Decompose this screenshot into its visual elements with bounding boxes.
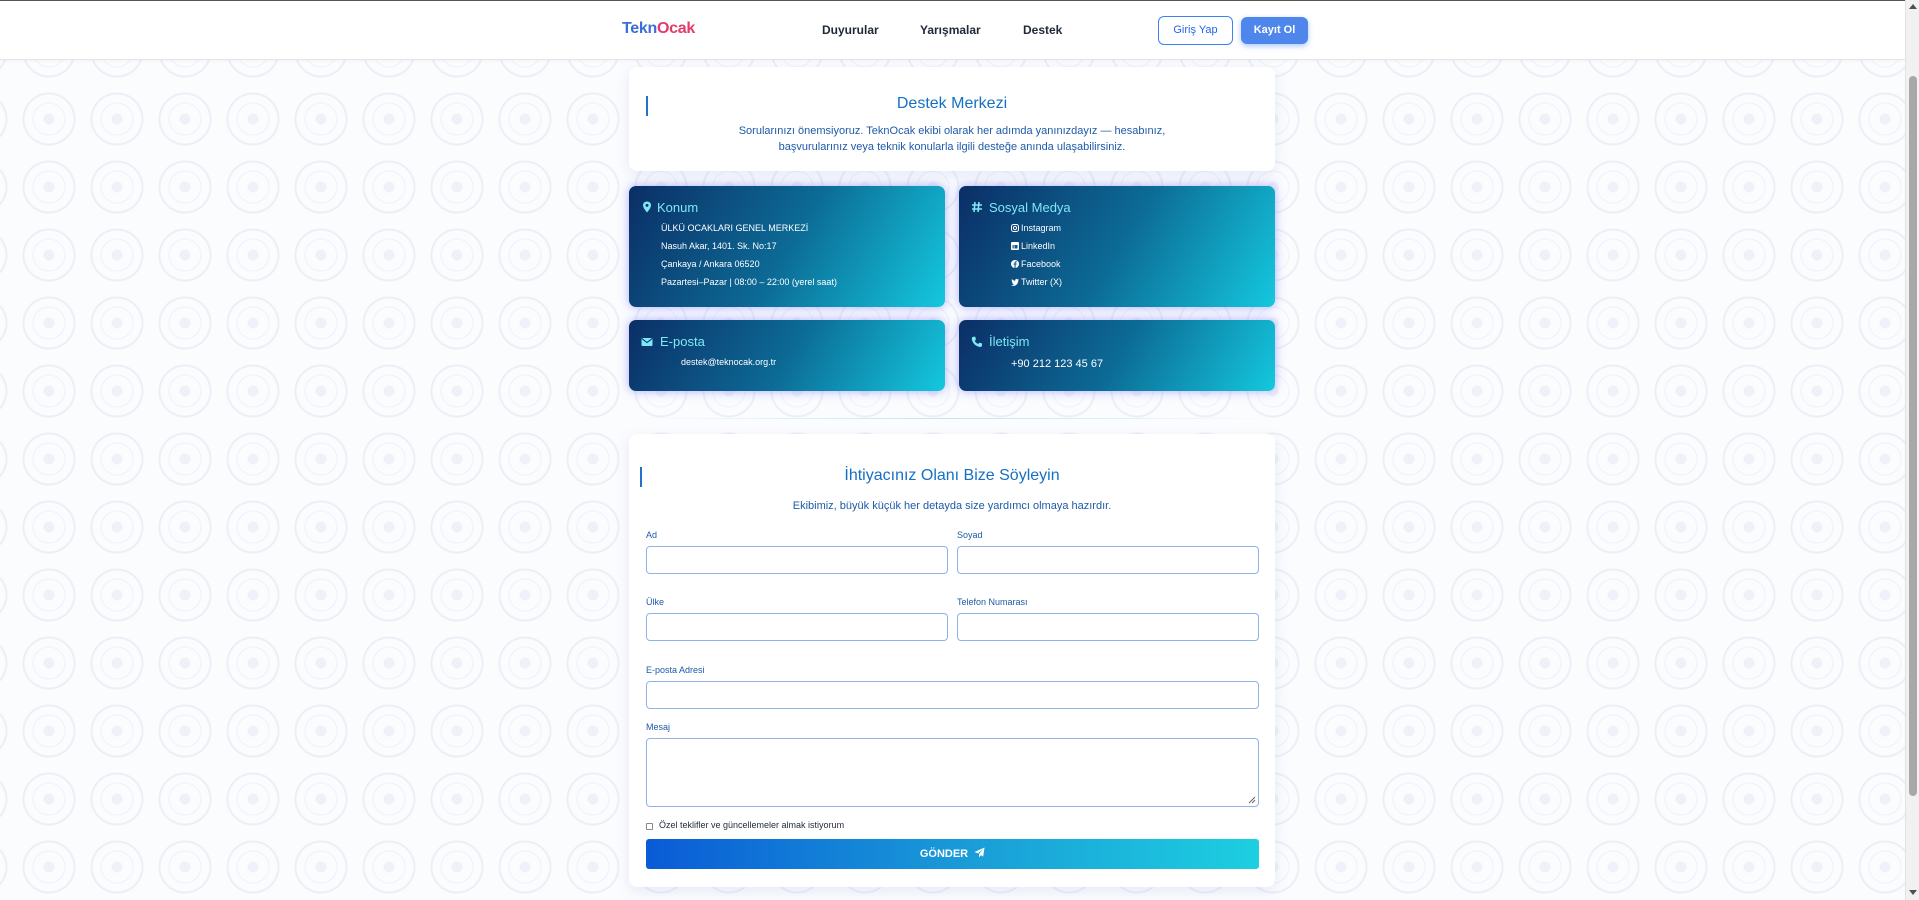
login-button[interactable]: Giriş Yap — [1158, 16, 1233, 45]
teknocak-logo[interactable]: TeknOcak — [622, 20, 695, 38]
section-divider — [629, 418, 1275, 419]
envelope-icon — [641, 338, 653, 346]
scrollbar-thumb[interactable] — [1909, 76, 1917, 796]
contact-card: İletişim +90 212 123 45 67 — [959, 320, 1275, 391]
page-scrollbar[interactable] — [1905, 0, 1919, 900]
linkedin-label: LinkedIn — [1021, 241, 1056, 251]
phone-input[interactable] — [957, 613, 1259, 641]
support-email-link[interactable]: destek@teknocak.org.tr — [681, 357, 776, 367]
logo-text-tekn: Tekn — [622, 20, 657, 37]
email-title: E-posta — [660, 334, 705, 349]
scroll-down-arrow-icon[interactable] — [1909, 890, 1917, 895]
location-title: Konum — [657, 200, 699, 215]
linkedin-link[interactable]: LinkedIn — [1011, 241, 1055, 251]
last-name-input[interactable] — [957, 546, 1259, 574]
logo-text-cak: cak — [669, 20, 695, 37]
instagram-link[interactable]: Instagram — [1011, 223, 1061, 233]
message-textarea[interactable] — [646, 738, 1259, 807]
nav-link-competitions[interactable]: Yarışmalar — [920, 23, 981, 37]
hashtag-icon — [972, 201, 982, 213]
form-title: İhtiyacınız Olanı Bize Söyleyin — [844, 467, 1060, 484]
instagram-icon — [1011, 224, 1019, 232]
phone-number-link[interactable]: +90 212 123 45 67 — [1011, 358, 1103, 370]
contact-title: İletişim — [989, 334, 1030, 349]
facebook-icon — [1011, 260, 1019, 268]
support-center-card: Destek Merkezi Sorularınızı önemsiyoruz.… — [629, 67, 1275, 171]
register-button[interactable]: Kayıt Ol — [1241, 17, 1308, 44]
first-name-label: Ad — [646, 530, 658, 540]
phone-label: Telefon Numarası — [957, 597, 1028, 607]
country-input[interactable] — [646, 613, 948, 641]
location-line: Pazartesi–Pazar | 08:00 – 22:00 (yerel s… — [661, 277, 837, 287]
nav-link-support[interactable]: Destek — [1023, 23, 1062, 37]
support-description-line2: başvurularınız veya teknik konularla ilg… — [778, 141, 1126, 153]
social-media-card: Sosyal Medya Instagram LinkedIn Facebook… — [959, 186, 1275, 307]
twitter-link[interactable]: Twitter (X) — [1011, 277, 1062, 287]
offers-optin-checkbox[interactable] — [646, 823, 653, 830]
country-label: Ülke — [646, 597, 665, 607]
location-card: Konum ÜLKÜ OCAKLARI GENEL MERKEZİ Nasuh … — [629, 186, 945, 307]
instagram-label: Instagram — [1021, 223, 1062, 233]
email-address-input[interactable] — [646, 681, 1259, 709]
location-line: Nasuh Akar, 1401. Sk. No:17 — [661, 241, 777, 251]
support-description-line1: Sorularınızı önemsiyoruz. TeknOcak ekibi… — [738, 125, 1166, 137]
offers-optin-label[interactable]: Özel teklifler ve güncellemeler almak is… — [659, 820, 844, 830]
logo-text-o: O — [656, 20, 670, 37]
scroll-up-arrow-icon[interactable] — [1909, 4, 1917, 9]
twitter-label: Twitter (X) — [1021, 277, 1063, 287]
support-title: Destek Merkezi — [896, 95, 1008, 112]
contact-form-card: İhtiyacınız Olanı Bize Söyleyin Ekibimiz… — [629, 434, 1275, 887]
location-line: ÜLKÜ OCAKLARI GENEL MERKEZİ — [661, 223, 809, 233]
location-line: Çankaya / Ankara 06520 — [661, 259, 760, 269]
email-card: E-posta destek@teknocak.org.tr — [629, 320, 945, 391]
message-label: Mesaj — [646, 722, 671, 732]
textarea-resize-handle[interactable] — [1248, 796, 1256, 804]
paper-plane-icon — [974, 847, 985, 858]
first-name-input[interactable] — [646, 546, 948, 574]
phone-icon — [971, 336, 982, 348]
social-media-title: Sosyal Medya — [989, 200, 1071, 215]
submit-button-label: GÖNDER — [919, 848, 969, 860]
facebook-label: Facebook — [1021, 259, 1061, 269]
last-name-label: Soyad — [957, 530, 983, 540]
email-address-label: E-posta Adresi — [646, 665, 705, 675]
linkedin-icon — [1011, 242, 1019, 250]
top-navbar: TeknOcak Duyurular Yarışmalar Destek Gir… — [0, 0, 1905, 60]
nav-link-announcements[interactable]: Duyurular — [822, 23, 879, 37]
window-top-border — [0, 0, 1905, 1]
form-subtitle: Ekibimiz, büyük küçük her detayda size y… — [792, 500, 1112, 512]
submit-button[interactable]: GÖNDER — [646, 839, 1259, 869]
facebook-link[interactable]: Facebook — [1011, 259, 1061, 269]
map-marker-icon — [643, 201, 651, 213]
twitter-icon — [1011, 278, 1019, 286]
